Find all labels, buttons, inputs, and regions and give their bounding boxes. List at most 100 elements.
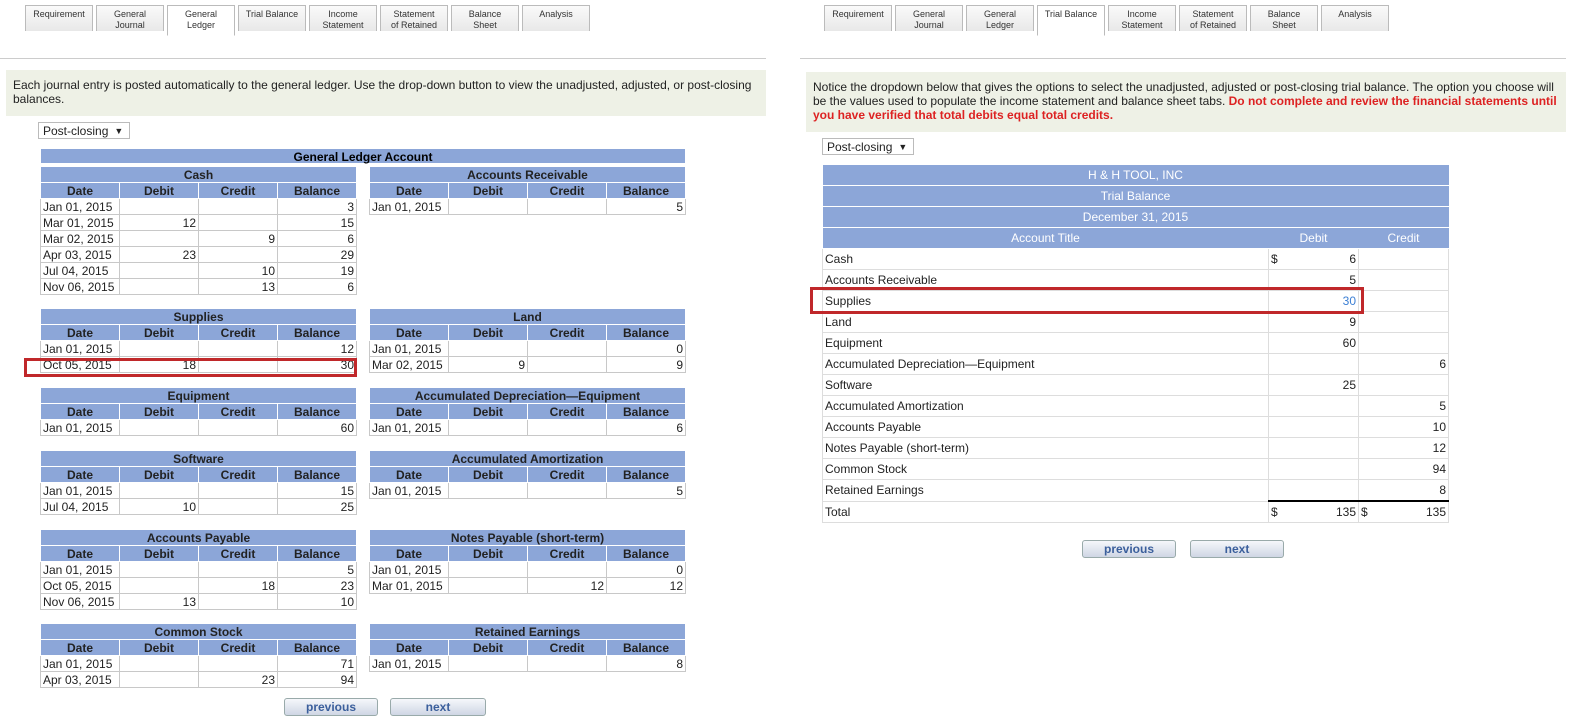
ledger-cell: Jan 01, 2015 — [369, 482, 449, 499]
right-divider — [800, 58, 1566, 59]
currency-symbol: $ — [1361, 505, 1368, 519]
right-tab-retained-earnings[interactable]: Statement of Retained — [1179, 5, 1247, 31]
right-tab-analysis[interactable]: Analysis — [1321, 5, 1389, 31]
ledger-cell: 6 — [606, 419, 686, 436]
ledger-column-header: Date — [40, 639, 120, 656]
left-tab-income-statement[interactable]: Income Statement — [309, 5, 377, 31]
table-row: Apr 03, 2015 23 94 — [40, 671, 357, 688]
ledger-cell: Mar 01, 2015 — [40, 214, 120, 231]
ledger-cell: 94 — [277, 671, 357, 688]
ledger-cell — [198, 593, 278, 610]
left-tab-retained-earnings[interactable]: Statement of Retained — [380, 5, 448, 31]
ledger-account-name: Cash — [40, 166, 357, 183]
ledger-account-name: Accounts Receivable — [369, 166, 686, 183]
right-tab-income-statement[interactable]: Income Statement — [1108, 5, 1176, 31]
right-tab-general-journal[interactable]: General Journal — [895, 5, 963, 31]
debit-value: 6 — [1349, 252, 1356, 266]
ledger-cell — [119, 340, 199, 357]
ledger-column-header: Balance — [606, 466, 686, 483]
ledger-cell: 9 — [448, 356, 528, 373]
left-tab-requirement[interactable]: Requirement — [25, 5, 93, 31]
table-row: Nov 06, 2015 13 10 — [40, 593, 357, 610]
ledger-header: General Ledger Account — [40, 148, 686, 164]
ledger-cell — [448, 655, 528, 672]
left-balance-dropdown[interactable]: Post-closing ▼ — [38, 122, 130, 139]
table-row: Cash $6 — [822, 248, 1449, 270]
ledger-cell: 9 — [606, 356, 686, 373]
left-previous-button[interactable]: previous — [284, 698, 378, 716]
credit-cell: 94 — [1358, 458, 1449, 480]
ledger-cell: 15 — [277, 482, 357, 499]
currency-symbol: $ — [1271, 505, 1278, 519]
left-tab-balance-sheet[interactable]: Balance Sheet — [451, 5, 519, 31]
ledger-cell — [119, 655, 199, 672]
ledger-account-name: Retained Earnings — [369, 623, 686, 640]
left-tab-general-ledger[interactable]: General Ledger — [167, 5, 235, 36]
ledger-cell — [198, 340, 278, 357]
left-tab-general-journal[interactable]: General Journal — [96, 5, 164, 31]
right-tab-requirement[interactable]: Requirement — [824, 5, 892, 31]
left-tab-analysis[interactable]: Analysis — [522, 5, 590, 31]
ledger-column-header: Date — [40, 182, 120, 199]
ledger-cell: 18 — [198, 577, 278, 594]
ledger-column-header: Credit — [527, 403, 607, 420]
ledger-cell — [198, 561, 278, 578]
right-next-button[interactable]: next — [1190, 540, 1284, 558]
ledger-cell — [198, 214, 278, 231]
company-name: H & H TOOL, INC — [822, 165, 1449, 186]
debit-cell: 5 — [1268, 269, 1359, 291]
trial-balance: H & H TOOL, INC Trial Balance December 3… — [822, 165, 1449, 523]
ledger-column-header: Date — [40, 545, 120, 562]
debit-cell — [1268, 437, 1359, 459]
total-row: Total $135 $135 — [822, 500, 1449, 523]
right-previous-button[interactable]: previous — [1082, 540, 1176, 558]
ledger-column-header: Balance — [277, 403, 357, 420]
credit-cell — [1358, 374, 1449, 396]
report-name: Trial Balance — [822, 185, 1449, 207]
table-row: Accumulated Depreciation—Equipment 6 — [822, 353, 1449, 375]
account-title: Retained Earnings — [822, 479, 1269, 502]
ledger-column-header: Balance — [606, 182, 686, 199]
ledger-account: Accumulated Depreciation—Equipment Date De… — [369, 387, 686, 436]
right-tab-general-ledger[interactable]: General Ledger — [966, 5, 1034, 31]
ledger-account: Retained Earnings Date Debit Credit Balance J… — [369, 623, 686, 672]
right-tab-bar: Requirement General Journal General Ledg… — [824, 5, 1389, 36]
table-row: Mar 02, 2015 9 9 — [369, 356, 686, 373]
ledger-account-name: Accounts Payable — [40, 529, 357, 546]
ledger-cell: 9 — [198, 230, 278, 247]
credit-cell: 12 — [1358, 437, 1449, 459]
ledger-cell: 23 — [277, 577, 357, 594]
ledger-column-header: Date — [40, 324, 120, 341]
table-row: Jan 01, 2015 12 — [40, 340, 357, 357]
ledger-cell: 71 — [277, 655, 357, 672]
ledger-account: Notes Payable (short-term) Date Debit Credi… — [369, 529, 686, 594]
right-tab-balance-sheet[interactable]: Balance Sheet — [1250, 5, 1318, 31]
table-row: Common Stock 94 — [822, 458, 1449, 480]
ledger-column-header: Credit — [198, 639, 278, 656]
ledger-column-header: Debit — [448, 182, 528, 199]
ledger-cell — [198, 246, 278, 263]
ledger-cell: Oct 05, 2015 — [40, 577, 120, 594]
ledger-cell: 23 — [119, 246, 199, 263]
ledger-account: Accounts Payable Date Debit Credit Balance Ja… — [40, 529, 357, 610]
ledger-column-header: Debit — [448, 545, 528, 562]
ledger-cell — [527, 482, 607, 499]
ledger-cell — [448, 340, 528, 357]
ledger-column-header: Date — [369, 466, 449, 483]
table-row: Mar 01, 2015 12 12 — [369, 577, 686, 594]
ledger-cell: Jan 01, 2015 — [40, 419, 120, 436]
right-balance-dropdown[interactable]: Post-closing ▼ — [822, 138, 914, 155]
ledger-cell: 8 — [606, 655, 686, 672]
ledger-cell — [198, 482, 278, 499]
ledger-cell: 30 — [277, 356, 357, 373]
right-tab-trial-balance[interactable]: Trial Balance — [1037, 5, 1105, 36]
ledger-column-header: Debit — [119, 403, 199, 420]
ledger-cell — [527, 655, 607, 672]
ledger-cell: Apr 03, 2015 — [40, 671, 120, 688]
debit-cell: 30 — [1268, 290, 1359, 312]
account-title: Software — [822, 374, 1269, 396]
ledger-column-header: Date — [40, 403, 120, 420]
left-next-button[interactable]: next — [390, 698, 486, 716]
table-row: Jan 01, 2015 0 — [369, 340, 686, 357]
left-tab-trial-balance[interactable]: Trial Balance — [238, 5, 306, 31]
